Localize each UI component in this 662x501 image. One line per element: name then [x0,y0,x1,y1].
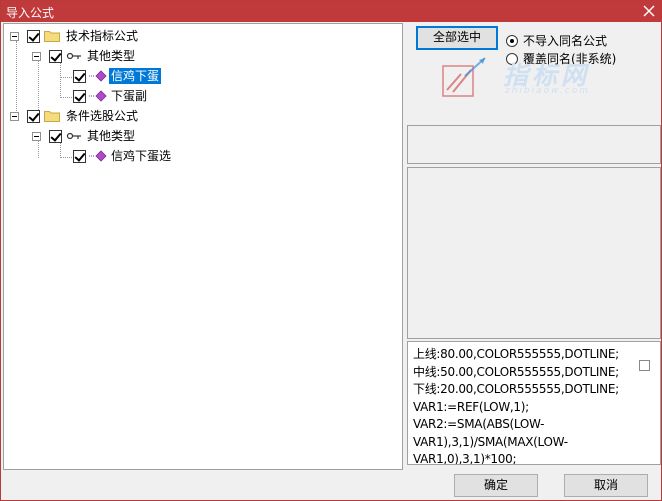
collapse-toggle[interactable] [32,131,41,141]
formula-icon [89,150,107,162]
tree-node-stock-screening[interactable]: 条件选股公式 [10,107,140,125]
close-icon[interactable] [641,3,657,19]
tree-line [60,97,74,98]
tree-line [60,77,74,78]
node-checkbox[interactable] [73,69,86,83]
collapse-toggle[interactable] [10,111,19,121]
import-formula-dialog: 导入公式 技术指标公式 其他类型 信鸡下蛋 下蛋副 条件选股公式 其他类型 信鸡… [0,0,662,501]
code-line: 上线:80.00,COLOR555555,DOTLINE; [413,347,619,361]
tree-node-other-types-2[interactable]: 其他类型 [32,127,137,145]
node-checkbox[interactable] [27,29,40,43]
code-line: VAR1:=REF(LOW,1); [413,399,529,414]
tree-node-formula-xdf[interactable]: 下蛋副 [73,87,149,105]
formula-code-view[interactable]: 上线:80.00,COLOR555555,DOTLINE; 中线:50.00,C… [407,341,661,465]
tree-node-tech-indicators[interactable]: 技术指标公式 [10,27,140,45]
code-line: 下线:20.00,COLOR555555,DOTLINE; [413,382,619,396]
window-title: 导入公式 [6,6,55,20]
node-checkbox[interactable] [49,129,62,143]
ok-button[interactable]: 确定 [454,474,538,497]
key-icon [66,132,81,140]
tree-node-label: 信鸡下蛋 [109,68,162,84]
formula-icon [89,90,107,102]
tree-node-formula-xjxdx[interactable]: 信鸡下蛋选 [73,147,173,165]
select-all-button[interactable]: 全部选中 [416,26,498,50]
radio-button[interactable] [506,34,518,47]
formula-icon [89,70,107,82]
tree-node-label: 其他类型 [87,129,136,143]
tree-line [60,60,61,98]
code-line: VAR1),3,1)/SMA(MAX(LOW- [413,434,568,449]
node-checkbox[interactable] [73,89,86,103]
collapse-toggle[interactable] [32,51,41,61]
collapse-toggle[interactable] [10,31,19,41]
zhibiaow-logo: 指标网 zhibiaow.com [441,56,631,98]
formula-tree[interactable]: 技术指标公式 其他类型 信鸡下蛋 下蛋副 条件选股公式 其他类型 信鸡下蛋选 [3,23,403,470]
preview-panel [407,167,661,339]
node-checkbox[interactable] [27,109,40,123]
tree-node-label: 其他类型 [87,49,136,63]
folder-icon [44,31,60,42]
radio-label: 不导入同名公式 [523,34,608,48]
tree-node-label: 信鸡下蛋选 [111,149,172,163]
tree-node-other-types[interactable]: 其他类型 [32,47,137,65]
tree-node-label: 技术指标公式 [66,29,139,43]
code-line: 中线:50.00,COLOR555555,DOTLINE; [413,364,619,379]
logo-url: zhibiaow.com [505,86,591,96]
node-checkbox[interactable] [49,49,62,63]
radio-no-import[interactable]: 不导入同名公式 [506,32,607,49]
key-icon [66,52,81,60]
info-panel [407,125,661,164]
code-view-checkbox[interactable] [639,360,650,371]
code-line: VAR1,0),3,1)*100; [413,452,517,465]
tree-line [60,157,74,158]
tree-node-formula-xjxd[interactable]: 信鸡下蛋 [73,67,162,85]
folder-icon [44,111,60,122]
cancel-button[interactable]: 取消 [564,474,648,497]
title-bar: 导入公式 [1,1,661,22]
code-line: VAR2:=SMA(ABS(LOW- [413,417,545,431]
tree-node-label: 条件选股公式 [66,109,139,123]
node-checkbox[interactable] [73,149,86,163]
tree-node-label: 下蛋副 [111,89,148,103]
